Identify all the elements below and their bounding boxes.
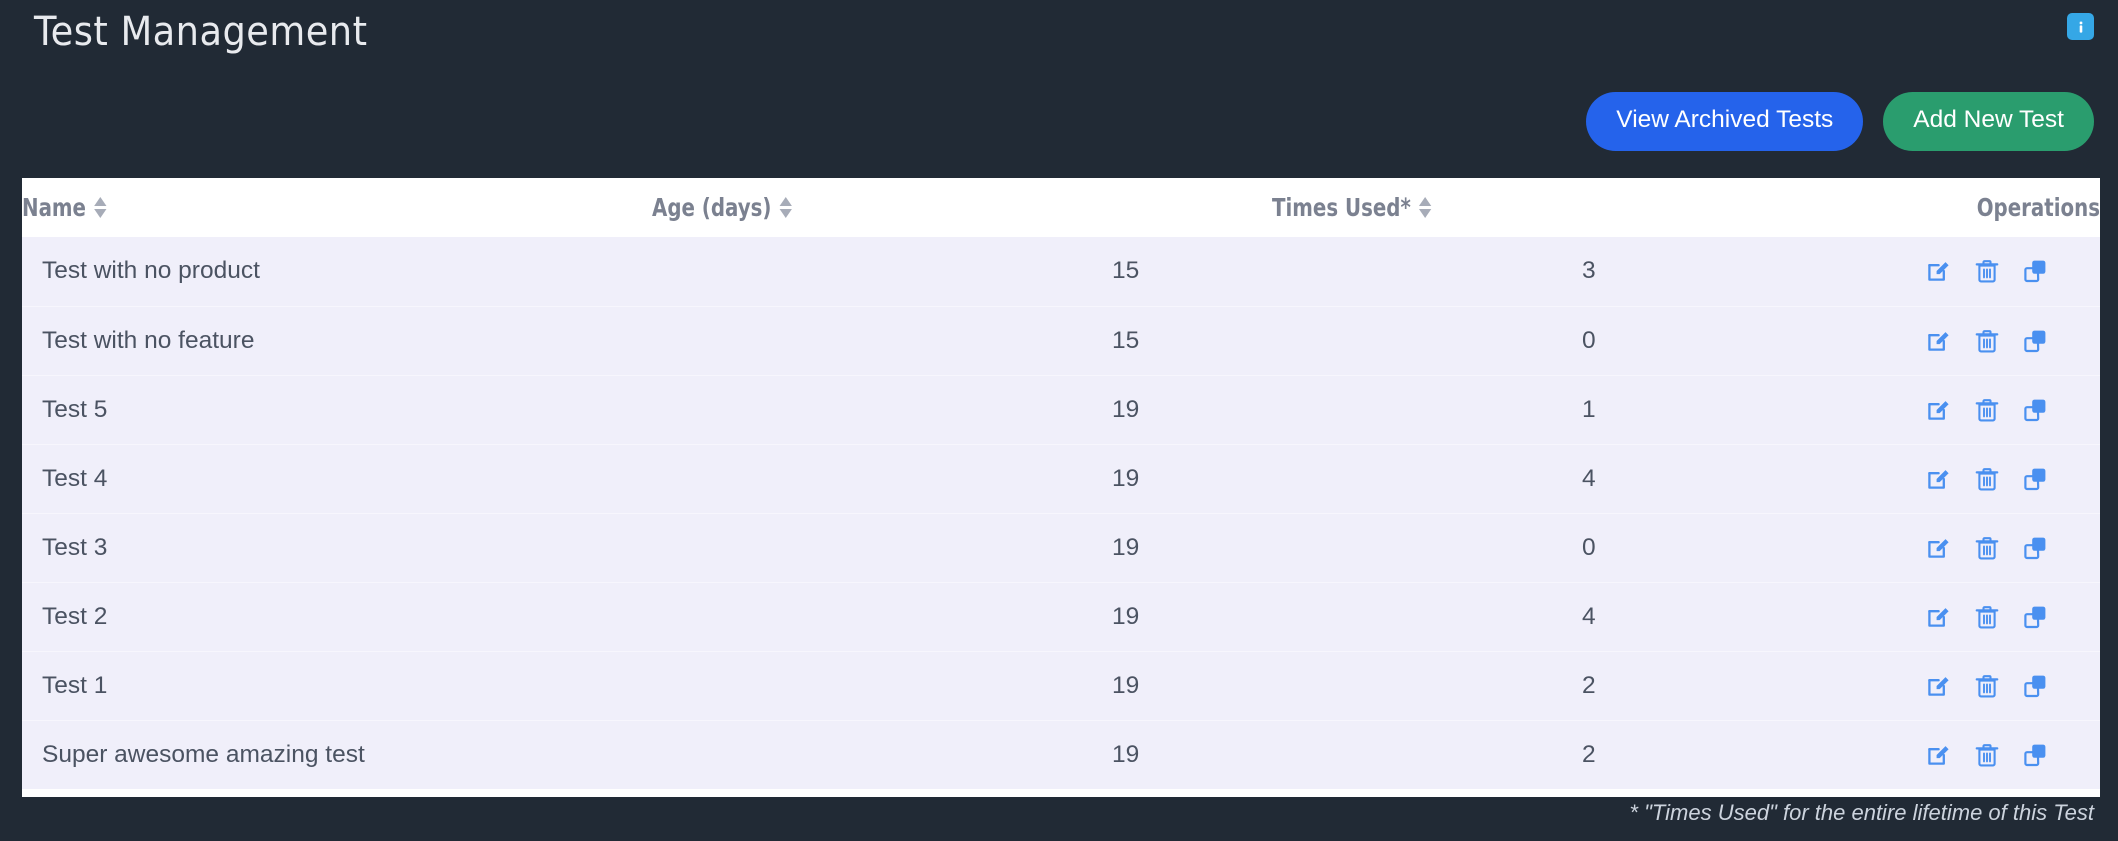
cell-operations <box>1892 444 2100 513</box>
cell-operations <box>1892 306 2100 375</box>
cell-times-used: 2 <box>1272 720 1892 789</box>
trash-icon[interactable] <box>1974 328 2000 354</box>
cell-operations <box>1892 375 2100 444</box>
trash-icon[interactable] <box>1974 397 2000 423</box>
edit-icon[interactable] <box>1926 604 1952 630</box>
action-button-group: View Archived Tests Add New Test <box>1586 92 2094 151</box>
operations-group <box>1892 397 2048 423</box>
operations-group <box>1892 328 2048 354</box>
cell-operations <box>1892 237 2100 306</box>
cell-times-used: 3 <box>1272 237 1892 306</box>
column-header-name-label: Name <box>22 193 86 222</box>
cell-name: Test 5 <box>22 375 652 444</box>
edit-icon[interactable] <box>1926 328 1952 354</box>
table-row: Test 3190 <box>22 513 2100 582</box>
edit-icon[interactable] <box>1926 673 1952 699</box>
add-new-test-button[interactable]: Add New Test <box>1883 92 2094 151</box>
table-row: Test 4194 <box>22 444 2100 513</box>
page-title: Test Management <box>34 8 367 56</box>
column-header-times-used[interactable]: Times Used* <box>1272 178 1892 237</box>
trash-icon[interactable] <box>1974 604 2000 630</box>
cell-times-used: 4 <box>1272 444 1892 513</box>
column-header-operations: Operations <box>1892 178 2100 237</box>
duplicate-icon[interactable] <box>2022 535 2048 561</box>
column-header-times-used-label: Times Used* <box>1272 193 1411 222</box>
table-row: Test with no feature150 <box>22 306 2100 375</box>
duplicate-icon[interactable] <box>2022 466 2048 492</box>
cell-times-used: 0 <box>1272 306 1892 375</box>
sort-icon[interactable] <box>1419 197 1431 218</box>
operations-group <box>1892 535 2048 561</box>
cell-age: 19 <box>652 582 1272 651</box>
column-header-name[interactable]: Name <box>22 178 652 237</box>
operations-group <box>1892 742 2048 768</box>
duplicate-icon[interactable] <box>2022 673 2048 699</box>
table-row: Test 2194 <box>22 582 2100 651</box>
table-header: Name Age (days) Times Used* <box>22 178 2100 237</box>
view-archived-tests-button[interactable]: View Archived Tests <box>1586 92 1863 151</box>
operations-group <box>1892 258 2048 284</box>
tests-table: Name Age (days) Times Used* <box>22 178 2100 789</box>
cell-age: 19 <box>652 720 1272 789</box>
table-row: Super awesome amazing test192 <box>22 720 2100 789</box>
cell-name: Test 3 <box>22 513 652 582</box>
test-management-page: Test Management View Archived Tests Add … <box>0 0 2118 841</box>
edit-icon[interactable] <box>1926 742 1952 768</box>
cell-times-used: 0 <box>1272 513 1892 582</box>
tests-table-panel: Name Age (days) Times Used* <box>22 178 2100 797</box>
trash-icon[interactable] <box>1974 673 2000 699</box>
cell-times-used: 1 <box>1272 375 1892 444</box>
top-bar: Test Management <box>0 0 2118 76</box>
operations-group <box>1892 673 2048 699</box>
duplicate-icon[interactable] <box>2022 258 2048 284</box>
column-header-age[interactable]: Age (days) <box>652 178 1272 237</box>
duplicate-icon[interactable] <box>2022 328 2048 354</box>
cell-name: Test with no feature <box>22 306 652 375</box>
table-row: Test with no product153 <box>22 237 2100 306</box>
cell-name: Test with no product <box>22 237 652 306</box>
operations-group <box>1892 604 2048 630</box>
edit-icon[interactable] <box>1926 258 1952 284</box>
table-row: Test 1192 <box>22 651 2100 720</box>
column-header-age-label: Age (days) <box>652 193 771 222</box>
info-icon[interactable] <box>2067 13 2094 40</box>
cell-age: 19 <box>652 513 1272 582</box>
times-used-footnote: * "Times Used" for the entire lifetime o… <box>1629 800 2094 826</box>
table-header-row: Name Age (days) Times Used* <box>22 178 2100 237</box>
cell-age: 15 <box>652 237 1272 306</box>
cell-name: Super awesome amazing test <box>22 720 652 789</box>
cell-times-used: 4 <box>1272 582 1892 651</box>
trash-icon[interactable] <box>1974 466 2000 492</box>
edit-icon[interactable] <box>1926 466 1952 492</box>
cell-times-used: 2 <box>1272 651 1892 720</box>
sort-icon[interactable] <box>779 197 791 218</box>
cell-age: 15 <box>652 306 1272 375</box>
column-header-operations-label: Operations <box>1977 193 2100 222</box>
duplicate-icon[interactable] <box>2022 604 2048 630</box>
cell-age: 19 <box>652 444 1272 513</box>
cell-operations <box>1892 720 2100 789</box>
cell-operations <box>1892 513 2100 582</box>
duplicate-icon[interactable] <box>2022 742 2048 768</box>
table-body: Test with no product153Test with no feat… <box>22 237 2100 789</box>
cell-age: 19 <box>652 375 1272 444</box>
cell-name: Test 1 <box>22 651 652 720</box>
table-row: Test 5191 <box>22 375 2100 444</box>
duplicate-icon[interactable] <box>2022 397 2048 423</box>
cell-name: Test 4 <box>22 444 652 513</box>
edit-icon[interactable] <box>1926 535 1952 561</box>
cell-age: 19 <box>652 651 1272 720</box>
trash-icon[interactable] <box>1974 258 2000 284</box>
trash-icon[interactable] <box>1974 742 2000 768</box>
cell-operations <box>1892 582 2100 651</box>
cell-name: Test 2 <box>22 582 652 651</box>
sort-icon[interactable] <box>94 197 106 218</box>
operations-group <box>1892 466 2048 492</box>
edit-icon[interactable] <box>1926 397 1952 423</box>
cell-operations <box>1892 651 2100 720</box>
trash-icon[interactable] <box>1974 535 2000 561</box>
